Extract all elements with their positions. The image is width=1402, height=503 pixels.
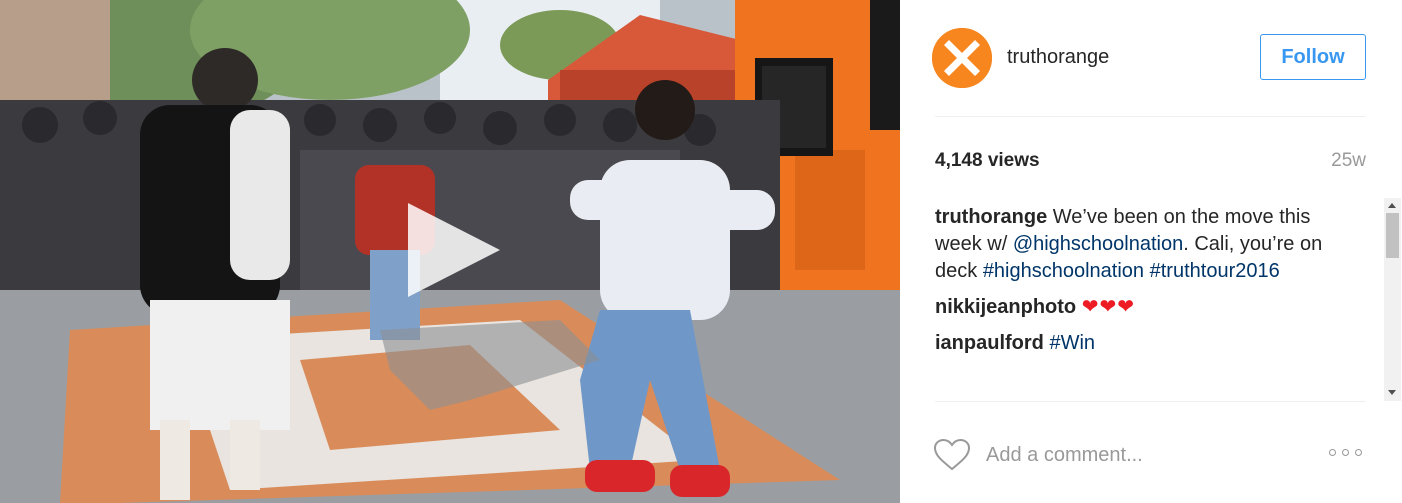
scroll-up-icon[interactable] [1388, 203, 1396, 208]
hashtag-link[interactable]: #highschoolnation [983, 260, 1144, 282]
comment-text: ❤❤❤ [1081, 296, 1135, 318]
mention-link[interactable]: @highschoolnation [1013, 233, 1183, 255]
scrollbar-thumb[interactable] [1386, 213, 1399, 258]
dot [1355, 449, 1362, 456]
post-age[interactable]: 25w [1331, 150, 1366, 172]
comment-input[interactable] [986, 440, 1306, 470]
comment-list[interactable]: truthorange We’ve been on the move this … [935, 204, 1373, 394]
x-logo-icon [932, 28, 992, 88]
post-video[interactable] [0, 0, 900, 503]
avatar[interactable] [932, 28, 992, 88]
dot [1342, 449, 1349, 456]
caption-username[interactable]: truthorange [935, 206, 1047, 228]
comment-username[interactable]: ianpaulford [935, 332, 1044, 354]
post-sidebar: truthorange Follow 4,148 views 25w truth… [900, 0, 1402, 503]
play-icon[interactable] [408, 203, 500, 297]
follow-button[interactable]: Follow [1260, 34, 1366, 80]
post-stats: 4,148 views 25w [935, 148, 1366, 174]
comment-bar [900, 402, 1402, 503]
dot [1329, 449, 1336, 456]
more-options-icon[interactable] [1329, 449, 1369, 461]
scroll-down-icon[interactable] [1388, 390, 1396, 395]
heart-outline-icon[interactable] [933, 438, 971, 472]
comment-username[interactable]: nikkijeanphoto [935, 296, 1076, 318]
username-link[interactable]: truthorange [1007, 46, 1109, 69]
divider [935, 116, 1366, 117]
caption: truthorange We’ve been on the move this … [935, 204, 1355, 285]
comment-item: ianpaulford #Win [935, 330, 1355, 357]
comments-scrollbar[interactable] [1384, 198, 1401, 401]
hashtag-link[interactable]: #Win [1049, 332, 1095, 354]
hashtag-link[interactable]: #truthtour2016 [1150, 260, 1280, 282]
comment-item: nikkijeanphoto ❤❤❤ [935, 294, 1355, 321]
view-count: 4,148 views [935, 150, 1040, 171]
post-header: truthorange Follow [900, 0, 1402, 117]
